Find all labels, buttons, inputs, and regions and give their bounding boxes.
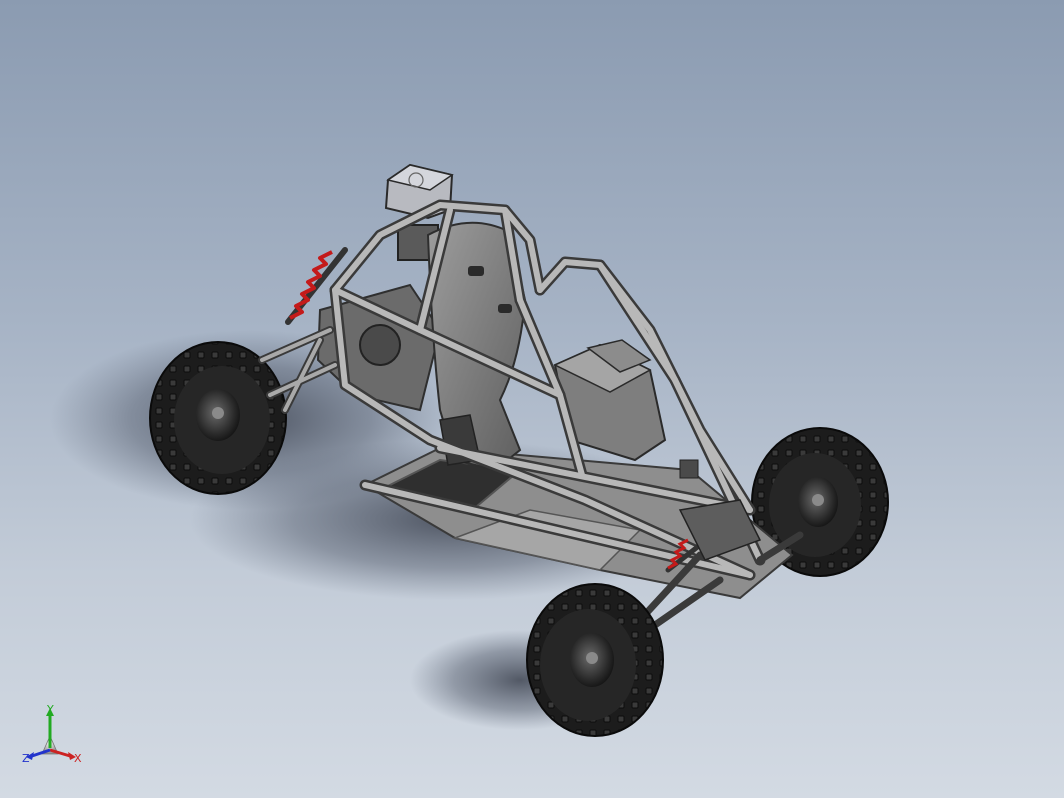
graphics-viewport[interactable]: Y X Z bbox=[0, 0, 1064, 798]
wheel-rear-left bbox=[149, 341, 287, 495]
z-axis-label: Z bbox=[22, 752, 30, 765]
wheel-front-left bbox=[526, 583, 664, 737]
x-axis-label: X bbox=[74, 752, 82, 765]
y-axis-label: Y bbox=[46, 704, 54, 716]
orientation-triad: Y X Z bbox=[22, 704, 82, 765]
buggy-model-view[interactable] bbox=[0, 0, 1064, 798]
